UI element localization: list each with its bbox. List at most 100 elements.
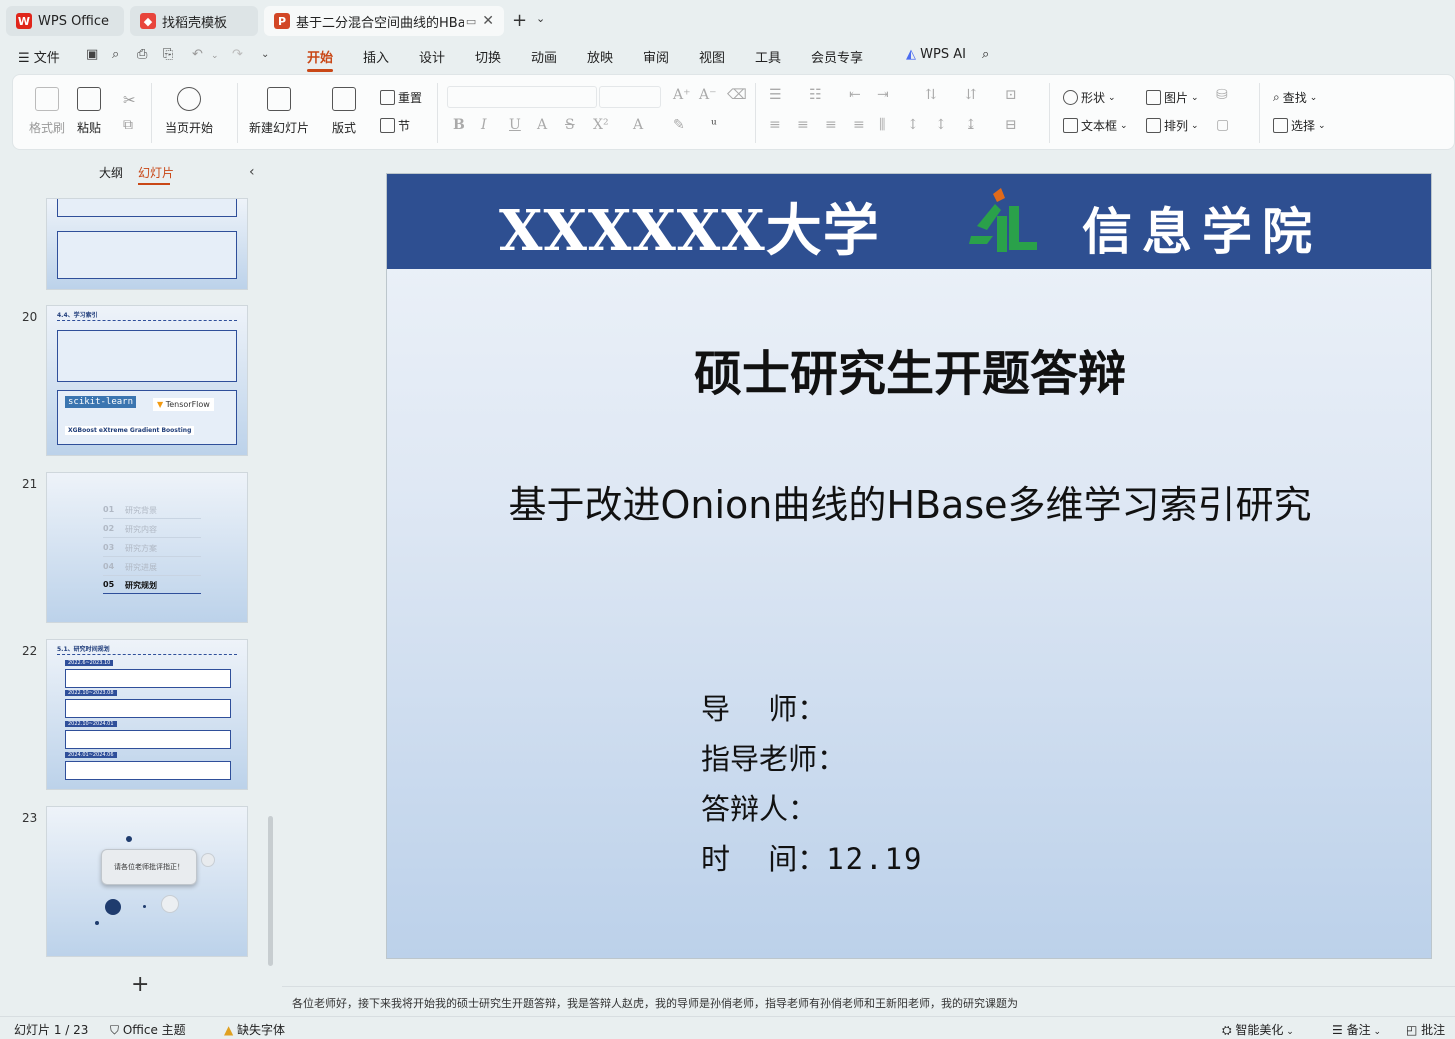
warning-icon: ▲ xyxy=(224,1023,238,1037)
arrange-button[interactable]: 排列 ⌄ xyxy=(1146,117,1199,134)
font-color-icon[interactable]: A xyxy=(633,117,643,133)
menu-item-member[interactable]: 会员专享 xyxy=(811,47,863,66)
increase-indent-icon[interactable]: ⇥ xyxy=(877,87,889,103)
font-size-select[interactable] xyxy=(599,86,661,108)
slide-thumbnail-22[interactable]: 5.1、研究时间规划 2022.6~2023.10 2022.10~2023.0… xyxy=(46,639,248,790)
copy-icon[interactable]: ⧉ xyxy=(123,117,133,133)
share-icon[interactable]: ⌕ xyxy=(112,47,119,62)
layout-button[interactable]: 版式 xyxy=(332,87,356,136)
strikethrough-icon[interactable]: S xyxy=(565,117,575,133)
align-center-icon[interactable]: ≡ xyxy=(797,117,809,133)
university-name: XXXXXX大学 xyxy=(499,198,880,264)
more-icon[interactable]: ⌄ xyxy=(261,49,269,60)
file-menu[interactable]: ☰ 文件 xyxy=(18,47,60,66)
speaker-notes-pane[interactable]: 各位老师好，接下来我将开始我的硕士研究生开题答辩，我是答辩人赵虎，我的导师是孙俏… xyxy=(282,986,1455,1016)
period-box xyxy=(65,699,231,718)
slide-thumbnail-19[interactable] xyxy=(46,198,248,290)
add-slide-button[interactable]: + xyxy=(131,972,149,997)
menu-item-review[interactable]: 审阅 xyxy=(643,47,669,66)
cut-icon[interactable]: ✂ xyxy=(123,91,136,109)
notes-toggle-button[interactable]: ☰ 备注 ⌄ xyxy=(1332,1021,1381,1038)
missing-font-button[interactable]: ▲ 缺失字体 xyxy=(224,1021,285,1038)
numbering-icon[interactable]: ☷ xyxy=(809,87,822,103)
menu-item-slideshow[interactable]: 放映 xyxy=(587,47,613,66)
panel-scrollbar[interactable] xyxy=(268,816,273,966)
slide-thumbnail-23[interactable]: 请各位老师批评指正！ xyxy=(46,806,248,957)
redo-icon[interactable]: ↷ xyxy=(232,47,243,62)
font-name-select[interactable] xyxy=(447,86,597,108)
tab-wps-office[interactable]: W WPS Office xyxy=(6,6,124,36)
slide-thumbnail-20[interactable]: 4.4、学习索引 scikit-learn ▼ TensorFlow XGBoo… xyxy=(46,305,248,456)
bullets-icon[interactable]: ☰ xyxy=(769,87,782,103)
decrease-font-icon[interactable]: A⁻ xyxy=(699,87,717,103)
wps-ai-button[interactable]: ◭ WPS AI xyxy=(906,47,966,62)
italic-icon[interactable]: I xyxy=(481,117,487,133)
tab-outline[interactable]: 大纲 xyxy=(99,164,123,181)
increase-font-icon[interactable]: A⁺ xyxy=(673,87,691,103)
justify-icon[interactable]: ≡ xyxy=(853,117,865,133)
select-button[interactable]: 选择 ⌄ xyxy=(1273,117,1326,134)
bold-icon[interactable]: B xyxy=(453,117,465,133)
new-tab-button[interactable]: + xyxy=(512,10,527,31)
text-align-icon[interactable]: ⊟ xyxy=(1005,117,1017,133)
tab-docer-templates[interactable]: ◆ 找稻壳模板 xyxy=(130,6,258,36)
format-painter-button[interactable]: 格式刷 xyxy=(29,87,65,136)
highlight-icon[interactable]: ✎ xyxy=(673,117,685,133)
menu-item-tools[interactable]: 工具 xyxy=(755,47,781,66)
reset-button[interactable]: 重置 xyxy=(380,89,422,106)
info-value: 12.19 xyxy=(826,842,924,876)
undo-icon[interactable]: ↶ xyxy=(192,47,203,62)
convert-smartart-icon[interactable]: ⊡ xyxy=(1005,87,1017,103)
clear-format-icon[interactable]: ⌫ xyxy=(727,87,747,103)
theme-button[interactable]: ⛉ Office 主题 xyxy=(110,1021,186,1038)
new-slide-button[interactable]: 新建幻灯片 xyxy=(249,87,309,136)
paste-button[interactable]: 粘贴 xyxy=(77,87,101,136)
presenter-line: 答辩人： xyxy=(701,786,817,828)
picture-button[interactable]: 图片 ⌄ xyxy=(1146,89,1199,106)
close-tab-icon[interactable]: ✕ xyxy=(482,13,494,29)
distributed-icon[interactable]: ⫼ xyxy=(879,117,885,133)
collapse-panel-icon[interactable]: ‹ xyxy=(249,164,255,180)
file-menu-label: 文件 xyxy=(33,51,60,66)
superscript-icon[interactable]: X² xyxy=(593,117,609,133)
para-spacing-icon[interactable]: ↕ xyxy=(935,117,947,133)
smart-beautify-button[interactable]: ⛭ 智能美化 ⌄ xyxy=(1222,1021,1294,1038)
menu-item-animation[interactable]: 动画 xyxy=(531,47,557,66)
line-spacing-icon[interactable]: ↕ xyxy=(907,117,919,133)
save-icon[interactable]: ▣ xyxy=(86,47,98,62)
menu-item-design[interactable]: 设计 xyxy=(419,47,445,66)
text-direction-icon[interactable]: ⇅ xyxy=(925,87,937,103)
outline-icon[interactable]: ▢ xyxy=(1216,117,1229,133)
underline-icon[interactable]: U xyxy=(509,117,521,133)
align-right-icon[interactable]: ≡ xyxy=(825,117,837,133)
comments-button[interactable]: ◰ 批注 xyxy=(1406,1021,1445,1038)
fill-icon[interactable]: ⛁ xyxy=(1216,87,1228,103)
spacing-options-icon[interactable]: ↨ xyxy=(965,117,977,133)
notes-label: 备注 xyxy=(1346,1023,1371,1037)
search-icon[interactable]: ⌕ xyxy=(982,47,989,62)
menu-item-transition[interactable]: 切换 xyxy=(475,47,501,66)
char-spacing-icon[interactable]: ᵘ xyxy=(711,117,717,133)
speaker-notes-text[interactable]: 各位老师好，接下来我将开始我的硕士研究生开题答辩，我是答辩人赵虎，我的导师是孙俏… xyxy=(292,995,1018,1011)
textbox-button[interactable]: 文本框 ⌄ xyxy=(1063,117,1128,134)
menu-item-view[interactable]: 视图 xyxy=(699,47,725,66)
decrease-indent-icon[interactable]: ⇤ xyxy=(849,87,861,103)
sort-icon[interactable]: ⇵ xyxy=(965,87,977,103)
menu-item-insert[interactable]: 插入 xyxy=(363,47,389,66)
find-button[interactable]: ⌕ 查找 ⌄ xyxy=(1273,89,1317,106)
slide-thumbnail-21[interactable]: 01 研究背景 02 研究内容 03 研究方案 04 研究进展 05 研究规划 xyxy=(46,472,248,623)
tab-slides[interactable]: 幻灯片 xyxy=(138,164,174,181)
chevron-down-icon[interactable]: ⌄ xyxy=(211,51,219,61)
align-left-icon[interactable]: ≡ xyxy=(769,117,781,133)
from-current-slide-button[interactable]: 当页开始 xyxy=(165,87,213,136)
tab-current-document[interactable]: P 基于二分混合空间曲线的HBase ▭ ✕ xyxy=(264,6,504,36)
section-button[interactable]: 节 xyxy=(380,117,410,134)
chevron-down-icon[interactable]: ⌄ xyxy=(536,12,545,25)
print-icon[interactable]: ⎙ xyxy=(137,47,147,62)
menu-item-home[interactable]: 开始 xyxy=(307,47,333,66)
print-preview-icon[interactable]: ⎘ xyxy=(163,47,173,62)
text-shadow-icon[interactable]: A xyxy=(537,117,547,133)
slide-title: 硕士研究生开题答辩 xyxy=(693,346,1126,402)
current-slide[interactable]: XXXXXX大学 信息学院 硕士研究生开题答辩 基于改进Onion曲线的HBas… xyxy=(386,173,1432,959)
shape-button[interactable]: 形状 ⌄ xyxy=(1063,89,1116,106)
